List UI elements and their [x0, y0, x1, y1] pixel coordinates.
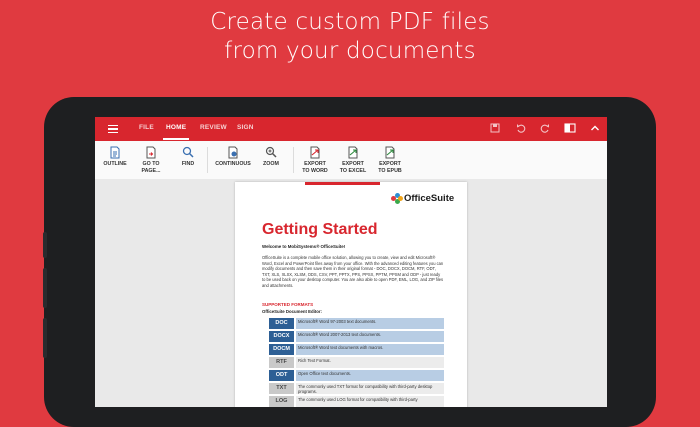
format-description: Rich Text Format.	[296, 357, 444, 368]
tab-review[interactable]: REVIEW	[200, 124, 227, 131]
save-icon[interactable]	[489, 123, 501, 135]
find-label: FIND	[181, 161, 195, 167]
promo-line-1: Create custom PDF files	[210, 9, 490, 35]
zoom-label: ZOOM	[263, 161, 279, 167]
format-row: DOC Microsoft® Word 97-2003 text document…	[269, 318, 445, 329]
format-description: Microsoft® Word 2007-2013 text documents…	[296, 331, 444, 342]
continuous-icon	[228, 146, 238, 159]
export-excel-icon	[348, 146, 358, 159]
format-code: TXT	[269, 383, 294, 394]
undo-icon[interactable]	[515, 123, 527, 135]
redo-icon[interactable]	[539, 123, 551, 135]
document-title: Getting Started	[262, 221, 378, 238]
format-description: The commonly used LOG format for compati…	[296, 396, 444, 407]
export-to-word-button[interactable]: EXPORT TO WORD	[295, 144, 335, 178]
officesuite-logo-icon	[391, 193, 403, 205]
tablet-side-button	[43, 318, 47, 358]
section-heading: SUPPORTED FORMATS	[262, 302, 314, 307]
ribbon-divider	[293, 147, 294, 173]
format-code: DOC	[269, 318, 294, 329]
subsection-heading: OfficeSuite Document Editor:	[262, 309, 322, 314]
tab-file[interactable]: FILE	[139, 124, 154, 131]
export-word-icon	[310, 146, 320, 159]
search-icon	[182, 146, 194, 158]
format-row: DOCX Microsoft® Word 2007-2013 text docum…	[269, 331, 445, 342]
zoom-button[interactable]: ZOOM	[251, 144, 291, 178]
tablet-side-button	[43, 268, 47, 308]
page-header-accent	[305, 182, 380, 185]
ribbon-toolbar: OUTLINE GO TO PAGE... FIND CONTINUOUS ZO…	[95, 141, 607, 180]
go-to-page-label: GO TO PAGE...	[141, 161, 161, 174]
document-page: OfficeSuite Getting Started Welcome to M…	[235, 182, 467, 407]
format-row: TXT The commonly used TXT format for comp…	[269, 383, 445, 394]
ribbon-divider	[207, 147, 208, 173]
export-to-excel-label: EXPORT TO EXCEL	[339, 161, 367, 174]
intro-paragraph: OfficeSuite is a complete mobile office …	[262, 255, 444, 288]
format-row: DOCM Microsoft® Word text documents with …	[269, 344, 445, 355]
collapse-ribbon-icon[interactable]	[589, 123, 601, 135]
format-code: DOCX	[269, 331, 294, 342]
format-description: Microsoft® Word text documents with macr…	[296, 344, 444, 355]
export-epub-icon	[385, 146, 395, 159]
outline-label: OUTLINE	[103, 161, 127, 167]
format-description: The commonly used TXT format for compati…	[296, 383, 444, 394]
format-row: ODT Open Office text documents.	[269, 370, 445, 381]
hamburger-menu-icon[interactable]	[108, 125, 118, 134]
export-to-excel-button[interactable]: EXPORT TO EXCEL	[333, 144, 373, 178]
export-to-word-label: EXPORT TO WORD	[302, 161, 328, 174]
go-to-page-icon	[146, 146, 156, 159]
export-to-epub-label: EXPORT TO EPUB	[378, 161, 402, 174]
promo-line-2: from your documents	[224, 38, 476, 64]
zoom-icon	[265, 146, 277, 158]
tab-home[interactable]: HOME	[166, 124, 186, 131]
document-viewport[interactable]: OfficeSuite Getting Started Welcome to M…	[95, 179, 607, 407]
format-description: Microsoft® Word 97-2003 text documents.	[296, 318, 444, 329]
tablet-side-button	[43, 232, 47, 258]
active-tab-indicator	[163, 138, 189, 140]
continuous-label: CONTINUOUS	[215, 161, 251, 167]
top-toolbar: FILE HOME REVIEW SIGN	[95, 117, 607, 141]
format-code: RTF	[269, 357, 294, 368]
continuous-button[interactable]: CONTINUOUS	[213, 144, 253, 178]
format-code: LOG	[269, 396, 294, 407]
format-row: RTF Rich Text Format.	[269, 357, 445, 368]
outline-button[interactable]: OUTLINE	[95, 144, 135, 178]
export-to-epub-button[interactable]: EXPORT TO EPUB	[370, 144, 410, 178]
tab-sign[interactable]: SIGN	[237, 124, 254, 131]
find-button[interactable]: FIND	[168, 144, 208, 178]
promo-headline: Create custom PDF files from your docume…	[0, 8, 700, 66]
app-screen: FILE HOME REVIEW SIGN OUTLINE GO TO PAGE…	[95, 117, 607, 407]
welcome-line: Welcome to MobiSystems® OfficeSuite!	[262, 244, 346, 249]
logo-text: OfficeSuite	[404, 193, 455, 204]
format-row: LOG The commonly used LOG format for comp…	[269, 396, 445, 407]
go-to-page-button[interactable]: GO TO PAGE...	[131, 144, 171, 178]
reading-mode-icon[interactable]	[564, 123, 576, 135]
outline-icon	[110, 146, 120, 159]
format-code: ODT	[269, 370, 294, 381]
format-description: Open Office text documents.	[296, 370, 444, 381]
format-code: DOCM	[269, 344, 294, 355]
